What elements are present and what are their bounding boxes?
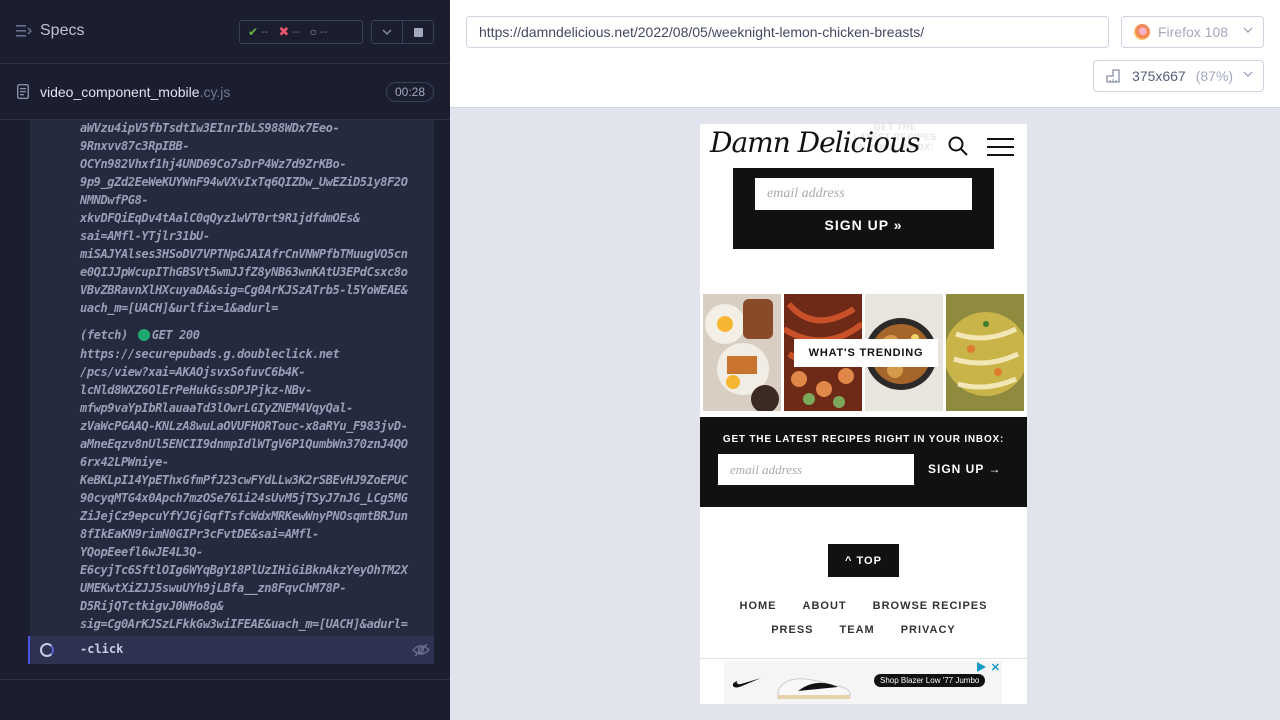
search-icon[interactable] bbox=[948, 136, 968, 156]
check-icon: ✔ bbox=[248, 25, 259, 39]
footer-link-home[interactable]: HOME bbox=[740, 600, 777, 612]
newsletter-section: GET THE LATEST RECIPES RIGHT IN YOUR INB… bbox=[700, 417, 1027, 507]
hamburger-menu-icon[interactable] bbox=[987, 138, 1014, 156]
signup-box: email address SIGN UP » bbox=[733, 168, 994, 249]
eye-slash-icon[interactable] bbox=[412, 642, 430, 658]
footer-link-browse-recipes[interactable]: BROWSE RECIPES bbox=[873, 600, 988, 612]
close-icon[interactable]: ✕ bbox=[991, 661, 1000, 674]
url-bar[interactable]: https://damndelicious.net/2022/08/05/wee… bbox=[466, 16, 1109, 48]
adchoices-icon[interactable] bbox=[977, 662, 986, 672]
chevron-down-icon bbox=[1243, 27, 1253, 33]
signup-button[interactable]: SIGN UP » bbox=[733, 217, 994, 233]
specs-label: Specs bbox=[40, 22, 85, 39]
aut-header: https://damndelicious.net/2022/08/05/wee… bbox=[450, 0, 1280, 108]
footer-link-team[interactable]: TEAM bbox=[840, 624, 875, 636]
chevron-down-icon bbox=[382, 29, 392, 35]
footer-link-about[interactable]: ABOUT bbox=[803, 600, 847, 612]
spec-duration: 00:28 bbox=[386, 82, 434, 102]
trending-label: WHAT'S TRENDING bbox=[794, 339, 938, 367]
footer-link-press[interactable]: PRESS bbox=[771, 624, 813, 636]
cypress-runner: Specs ✔ -- ✖ -- ○ -- video_component_mob… bbox=[0, 0, 1280, 720]
reporter-divider bbox=[0, 679, 450, 680]
viewport-selector[interactable]: 375x667 (87%) bbox=[1093, 60, 1264, 92]
nike-logo-icon bbox=[732, 678, 761, 688]
collapse-button[interactable] bbox=[371, 20, 403, 44]
stop-icon bbox=[413, 27, 423, 37]
trending-image[interactable] bbox=[703, 294, 781, 411]
footer-row: HOME ABOUT BROWSE RECIPES bbox=[700, 600, 1027, 612]
spec-file-row[interactable]: video_component_mobile.cy.js 00:28 bbox=[0, 64, 450, 120]
spec-file-name: video_component_mobile.cy.js bbox=[40, 84, 231, 100]
stop-button[interactable] bbox=[402, 20, 434, 44]
fetch-command[interactable]: (fetch) GET 200 bbox=[80, 326, 200, 344]
newsletter-title: GET THE LATEST RECIPES RIGHT IN YOUR INB… bbox=[722, 434, 1005, 445]
spinner-icon bbox=[40, 643, 54, 657]
ad-cta-button[interactable]: Shop Blazer Low '77 Jumbo bbox=[874, 674, 986, 687]
firefox-icon bbox=[1134, 24, 1150, 40]
trending-section: WHAT'S TRENDING bbox=[703, 294, 1024, 411]
passed-count: ✔ -- bbox=[248, 25, 269, 39]
fetch-url-text: https://securepubads.g.doubleclick.net /… bbox=[80, 347, 408, 631]
x-icon: ✖ bbox=[278, 24, 290, 39]
document-icon bbox=[17, 84, 29, 99]
newsletter-email-field[interactable]: email address bbox=[718, 454, 914, 485]
failed-count: ✖ -- bbox=[278, 24, 300, 39]
footer-link-privacy[interactable]: PRIVACY bbox=[901, 624, 956, 636]
ad-banner[interactable]: Shop Blazer Low '77 Jumbo ✕ bbox=[724, 661, 1002, 704]
active-command-row[interactable]: -click bbox=[28, 636, 434, 664]
site-logo[interactable]: Damn Delicious bbox=[710, 126, 920, 159]
browser-selector[interactable]: Firefox 108 bbox=[1121, 16, 1264, 48]
pending-icon: ○ bbox=[309, 25, 317, 39]
chevron-down-icon bbox=[1243, 71, 1253, 77]
reporter-header: Specs ✔ -- ✖ -- ○ -- bbox=[0, 0, 450, 64]
email-field[interactable]: email address bbox=[755, 178, 972, 210]
command-name: -click bbox=[80, 642, 124, 656]
log-text-block: aWVzu4ipV5fbTsdtIw3EInrIbLS988WDx7Eeo- 9… bbox=[80, 121, 408, 315]
back-to-top-button[interactable]: ^ TOP bbox=[828, 544, 899, 577]
status-dot-icon bbox=[137, 329, 150, 341]
newsletter-signup-button[interactable]: SIGN UP → bbox=[928, 462, 1001, 476]
footer-nav: HOME ABOUT BROWSE RECIPES PRESS TEAM PRI… bbox=[700, 600, 1027, 648]
footer-row: PRESS TEAM PRIVACY bbox=[700, 624, 1027, 636]
footer-divider bbox=[700, 658, 1027, 659]
specs-list-icon bbox=[16, 25, 32, 37]
reporter-panel: Specs ✔ -- ✖ -- ○ -- video_component_mob… bbox=[0, 0, 450, 720]
specs-toggle-button[interactable]: Specs bbox=[16, 22, 84, 40]
sneaker-image bbox=[777, 678, 851, 699]
trending-image[interactable] bbox=[946, 294, 1024, 411]
ruler-icon bbox=[1106, 69, 1120, 83]
test-stats: ✔ -- ✖ -- ○ -- bbox=[239, 20, 363, 44]
app-under-test-viewport[interactable]: GET THE LATEST RECIPES IN YOUR INBOX: Da… bbox=[700, 124, 1027, 704]
pending-count: ○ -- bbox=[309, 25, 328, 39]
command-log[interactable]: aWVzu4ipV5fbTsdtIw3EInrIbLS988WDx7Eeo- 9… bbox=[30, 120, 434, 636]
